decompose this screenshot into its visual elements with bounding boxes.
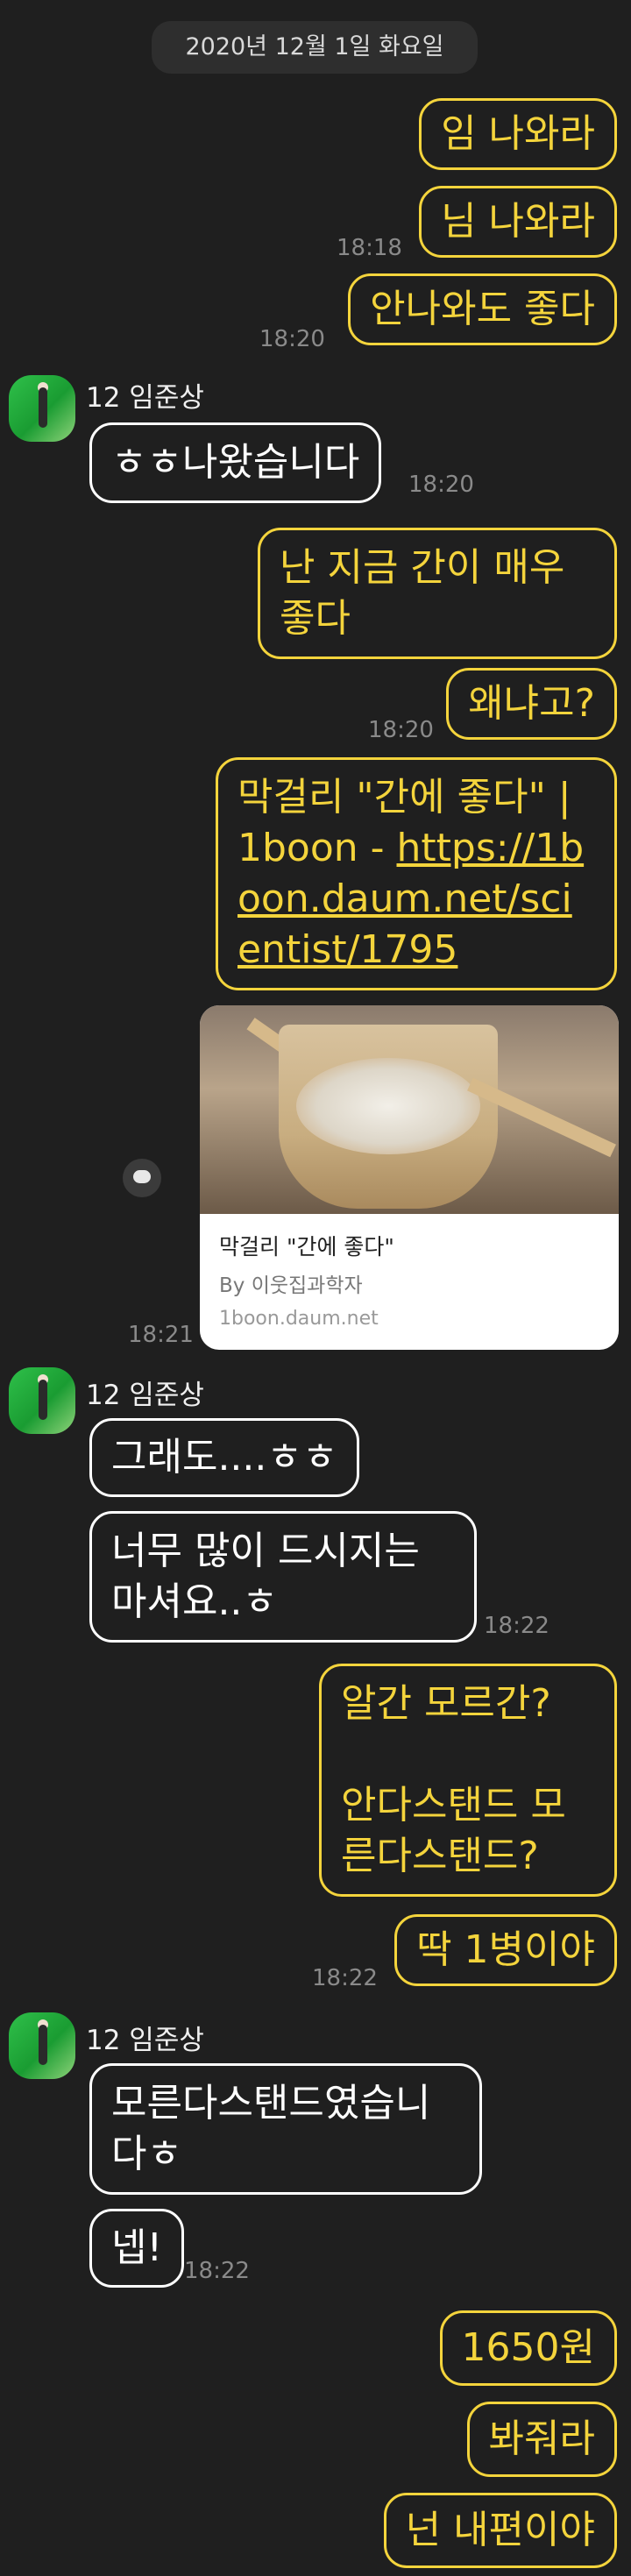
avatar-figure-shape	[39, 1380, 47, 1420]
message-time: 18:18	[337, 235, 402, 261]
my-message-link[interactable]: 막걸리 "간에 좋다" | 1boon - https://1boon.daum…	[216, 757, 617, 990]
their-message[interactable]: 그래도....ㅎㅎ	[89, 1418, 360, 1497]
message-time: 18:20	[368, 717, 434, 743]
message-time: 18:20	[408, 472, 474, 498]
their-message[interactable]: 너무 많이 드시지는 마셔요..ㅎ	[89, 1511, 477, 1643]
contact-avatar[interactable]	[9, 375, 75, 442]
link-preview-card[interactable]: 막걸리 "간에 좋다" By 이웃집과학자 1boon.daum.net	[200, 1005, 619, 1350]
my-message[interactable]: 알간 모르간? 안다스탠드 모른다스탠드?	[319, 1664, 617, 1897]
image-powder-shape	[296, 1058, 480, 1154]
link-preview-domain: 1boon.daum.net	[219, 1308, 379, 1330]
message-time: 18:21	[128, 1322, 194, 1348]
sender-name: 12 임준상	[86, 1380, 204, 1411]
link-preview-title: 막걸리 "간에 좋다"	[219, 1234, 394, 1260]
link-preview-image	[200, 1005, 619, 1214]
link-preview-author: By 이웃집과학자	[219, 1274, 363, 1297]
my-message[interactable]: 난 지금 간이 매우 좋다	[258, 528, 617, 659]
my-message[interactable]: 임 나와라	[419, 98, 617, 170]
sender-name: 12 임준상	[86, 2025, 204, 2056]
my-message[interactable]: 님 나와라	[419, 186, 617, 258]
my-message[interactable]: 왜냐고?	[446, 668, 617, 740]
my-message[interactable]: 봐줘라	[466, 2402, 617, 2477]
message-time: 18:20	[259, 326, 325, 352]
message-time: 18:22	[484, 1613, 549, 1639]
their-message[interactable]: 넵!	[89, 2209, 185, 2288]
share-icon[interactable]	[123, 1159, 161, 1197]
my-message[interactable]: 딱 1병이야	[394, 1914, 617, 1986]
their-message[interactable]: 모른다스탠드였습니다ㅎ	[89, 2063, 482, 2195]
avatar-figure-shape	[39, 2025, 47, 2065]
my-message[interactable]: 넌 내편이야	[383, 2493, 617, 2568]
contact-avatar[interactable]	[9, 2012, 75, 2079]
their-message[interactable]: ㅎㅎ나왔습니다	[89, 422, 382, 503]
my-message[interactable]: 안나와도 좋다	[348, 273, 617, 345]
contact-avatar[interactable]	[9, 1367, 75, 1434]
message-time: 18:22	[312, 1965, 378, 1991]
avatar-figure-shape	[39, 387, 47, 428]
message-time: 18:22	[184, 2258, 250, 2284]
sender-name: 12 임준상	[86, 382, 204, 414]
speech-bubble-icon	[133, 1170, 151, 1183]
my-message[interactable]: 1650원	[439, 2310, 617, 2386]
date-divider: 2020년 12월 1일 화요일	[152, 21, 478, 74]
